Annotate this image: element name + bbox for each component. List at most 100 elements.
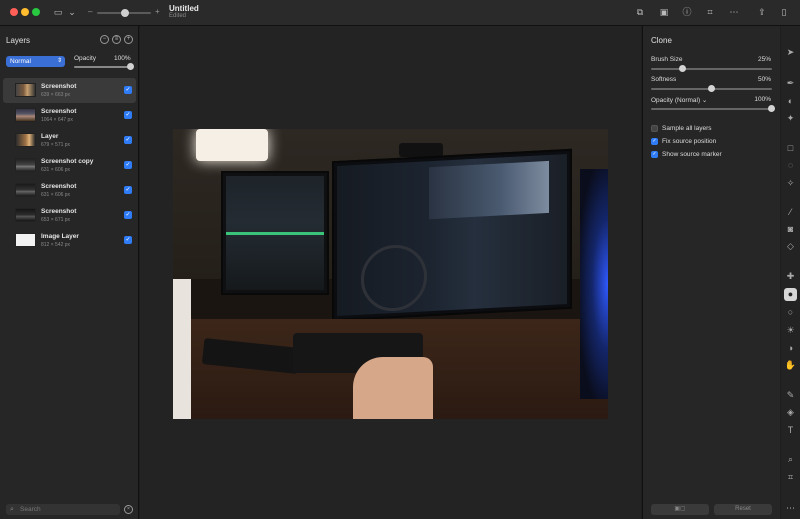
rect-select-icon[interactable]: □ (784, 142, 797, 155)
softness-knob[interactable] (708, 85, 715, 92)
zoom-plus-icon[interactable]: + (155, 7, 160, 16)
layer-row[interactable]: Screenshot 1064 × 647 px ✓ (3, 103, 136, 128)
compare-button[interactable]: ▣▢ (651, 504, 709, 515)
more-icon[interactable]: ⋯ (728, 6, 740, 18)
brush-size-knob[interactable] (679, 65, 686, 72)
healing-icon[interactable]: ✚ (784, 270, 797, 283)
show-source-marker-checkbox[interactable]: ✓ (651, 151, 658, 158)
softness-label: Softness (651, 76, 677, 83)
lasso-icon[interactable]: ◌ (784, 159, 797, 172)
smudge-icon[interactable]: ✋ (784, 359, 797, 372)
fix-source-position-checkbox[interactable]: ✓ (651, 138, 658, 145)
layer-search-input[interactable]: ⌕ Search (6, 504, 120, 515)
sparkle-icon[interactable]: ✦ (784, 112, 797, 125)
layer-visibility-checkbox[interactable]: ✓ (124, 211, 132, 219)
vector-pen-icon[interactable]: ✎ (784, 389, 797, 402)
smart-shape-icon[interactable]: ◐ (784, 95, 797, 108)
arrow-select-icon[interactable]: ➤ (784, 46, 797, 59)
layer-row[interactable]: Image Layer 812 × 542 px ✓ (3, 228, 136, 253)
photo-game-banner (429, 160, 549, 220)
photo-light-panel (196, 129, 268, 161)
layer-size: 631 × 606 px (41, 192, 71, 198)
layer-row[interactable]: Screenshot 631 × 606 px ✓ (3, 178, 136, 203)
document-title: Untitled (169, 4, 199, 13)
softness-value: 50% (757, 76, 771, 83)
clone-inspector: Clone Brush Size 25% Softness 50% Opacit… (642, 26, 780, 519)
info-icon[interactable]: ⓘ (681, 6, 693, 18)
canvas-image[interactable] (173, 129, 608, 419)
tools-strip: ➤ ✒ ◐ ✦ □ ◌ ✧ ⁄ ◙ ◇ ✚ ● ○ ☀ ◑ ✋ ✎ ◈ T ⌕ … (781, 26, 800, 519)
layer-thumbnail (15, 133, 36, 147)
eraser-icon[interactable]: ◇ (784, 240, 797, 253)
close-window-button[interactable] (10, 8, 18, 16)
photo-left-screen (226, 176, 324, 290)
layer-visibility-checkbox[interactable]: ✓ (124, 161, 132, 169)
title-bar: ▭ ⌄ – + Untitled Edited ⧉ ▣ ⓘ ⌗ ⋯ ⇪ ▯ (0, 0, 800, 26)
photo-right-monitor (332, 148, 572, 322)
zoom-slider-knob[interactable] (121, 9, 129, 17)
layer-stack-icon[interactable]: ≡ (112, 35, 121, 44)
share-icon[interactable]: ⇪ (756, 6, 768, 18)
photo-rgb-fans (580, 169, 608, 399)
remove-layer-icon[interactable]: − (100, 35, 109, 44)
layer-visibility-checkbox[interactable]: ✓ (124, 136, 132, 144)
blend-mode-select[interactable]: Normal ⇕ (6, 56, 65, 67)
layer-list: Screenshot 639 × 663 px ✓ Screenshot 106… (3, 78, 136, 253)
softness-slider[interactable] (651, 85, 772, 92)
compare-icon: ▣▢ (674, 506, 686, 512)
brush-size-slider[interactable] (651, 65, 772, 72)
photo-green-bar (226, 232, 324, 235)
layer-thumbnail (15, 108, 36, 122)
canvas-area[interactable] (140, 26, 641, 519)
zoom-window-button[interactable] (32, 8, 40, 16)
layer-size: 631 × 606 px (41, 167, 71, 173)
sample-all-layers-checkbox[interactable] (651, 125, 658, 132)
clone-stamp-icon[interactable]: ● (784, 288, 797, 301)
layer-visibility-checkbox[interactable]: ✓ (124, 86, 132, 94)
opacity-slider-knob[interactable] (127, 63, 134, 70)
layer-visibility-checkbox[interactable]: ✓ (124, 111, 132, 119)
clone-opacity-label[interactable]: Opacity (Normal) ⌄ (651, 96, 707, 104)
shapes-icon[interactable]: ◈ (784, 406, 797, 419)
zoom-icon[interactable]: ⌕ (784, 453, 797, 466)
crop-tool-icon[interactable]: ⌗ (784, 471, 797, 484)
layer-visibility-checkbox[interactable]: ✓ (124, 236, 132, 244)
filter-icon[interactable]: × (124, 505, 133, 514)
fix-source-position-label: Fix source position (662, 138, 717, 145)
add-layer-icon[interactable]: + (124, 35, 133, 44)
darken-icon[interactable]: ◑ (784, 342, 797, 355)
clone-opacity-knob[interactable] (768, 105, 775, 112)
clone-opacity-slider[interactable] (651, 105, 775, 112)
magic-wand-icon[interactable]: ✧ (784, 177, 797, 190)
inspector-toggle-icon[interactable]: ▯ (778, 6, 790, 18)
search-icon: ⌕ (10, 506, 14, 513)
layer-thumbnail (15, 208, 36, 222)
zoom-slider[interactable] (97, 9, 151, 17)
arrange-icon[interactable]: ⧉ (634, 6, 646, 18)
layers-sidebar: Layers − ≡ + Normal ⇕ Opacity 100% Scree… (0, 26, 139, 519)
image-icon[interactable]: ▣ (658, 6, 670, 18)
pen-path-icon[interactable]: ✒ (784, 77, 797, 90)
minimize-window-button[interactable] (21, 8, 29, 16)
lighten-icon[interactable]: ☀ (784, 324, 797, 337)
layer-row[interactable]: Screenshot 653 × 671 px ✓ (3, 203, 136, 228)
layer-row[interactable]: Screenshot copy 631 × 606 px ✓ (3, 153, 136, 178)
reset-button[interactable]: Reset (714, 504, 772, 515)
text-icon[interactable]: T (784, 424, 797, 437)
layer-row[interactable]: Layer 679 × 571 px ✓ (3, 128, 136, 153)
more-tools-icon[interactable]: ⋯ (784, 502, 797, 515)
search-placeholder: Search (20, 506, 41, 513)
photo-left-monitor (221, 171, 329, 295)
photo-sleeve (173, 279, 191, 419)
layer-row[interactable]: Screenshot 639 × 663 px ✓ (3, 78, 136, 103)
blur-icon[interactable]: ○ (784, 306, 797, 319)
paint-bucket-icon[interactable]: ◙ (784, 223, 797, 236)
show-source-marker-label: Show source marker (662, 151, 722, 158)
layer-visibility-checkbox[interactable]: ✓ (124, 186, 132, 194)
sidebar-toggle-icon[interactable]: ▭ (52, 6, 64, 18)
chevron-down-icon[interactable]: ⌄ (66, 6, 78, 18)
opacity-slider[interactable] (74, 63, 134, 70)
zoom-minus-icon[interactable]: – (88, 7, 92, 16)
brush-icon[interactable]: ⁄ (784, 206, 797, 219)
crop-icon[interactable]: ⌗ (704, 6, 716, 18)
